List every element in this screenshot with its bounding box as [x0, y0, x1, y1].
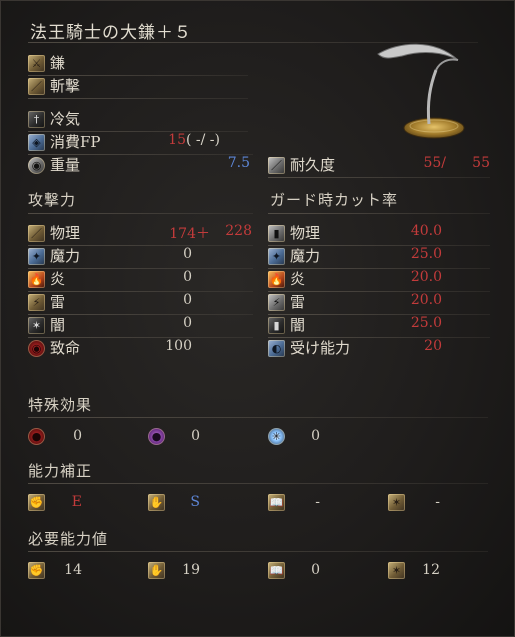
stability-icon: ◐ [268, 340, 285, 357]
fp-cost-value: 15 [168, 132, 186, 148]
attack-dark-label: 闇 [50, 316, 66, 334]
intelligence-icon: 📖 [268, 494, 285, 511]
weight-icon: ◉ [28, 157, 45, 174]
fire-guard-icon: 🔥 [268, 271, 285, 288]
weight-value: 7.5 [227, 155, 250, 171]
attack-physical-bonus: 228 [225, 223, 252, 239]
fp-cost-icon: ◈ [28, 134, 45, 151]
guard-lightning-label: 雷 [290, 293, 306, 311]
lightning-guard-icon: ⚡ [268, 294, 285, 311]
scythe-type-icon: ⚔ [28, 55, 45, 72]
dexterity-icon: ✋ [148, 562, 165, 579]
requirements-header: 必要能力値 [28, 530, 109, 548]
faith-icon: ✶ [388, 562, 405, 579]
fp-cost-label: 消費FP [50, 133, 101, 151]
guard-physical-value: 40.0 [410, 223, 442, 239]
guard-fire-value: 20.0 [410, 269, 442, 285]
fire-attack-icon: 🔥 [28, 271, 45, 288]
scaling-dexterity-value: S [190, 494, 200, 510]
scaling-faith-value: - [435, 494, 440, 510]
durability-current: 55/ [423, 155, 446, 171]
guard-magic-value: 25.0 [410, 246, 442, 262]
strength-icon: ✊ [28, 562, 45, 579]
magic-guard-icon: ✦ [268, 248, 285, 265]
faith-icon: ✶ [388, 494, 405, 511]
weapon-image [377, 43, 465, 139]
infusion-label: 冷気 [50, 110, 81, 128]
critical-icon: ◉ [28, 340, 45, 357]
weight-label: 重量 [50, 156, 81, 174]
special-effects-header: 特殊効果 [28, 396, 93, 414]
attack-fire-value: 0 [183, 269, 192, 285]
guard-header: ガード時カット率 [270, 191, 399, 209]
attack-fire-label: 炎 [50, 270, 66, 288]
attack-dark-value: 0 [183, 315, 192, 331]
slash-icon: ／ [28, 78, 45, 95]
scaling-intelligence-value: - [315, 494, 320, 510]
guard-dark-value: 25.0 [410, 315, 442, 331]
weapon-title: 法王騎士の大鎌＋５ [30, 23, 192, 43]
physical-guard-icon: ▮ [268, 225, 285, 242]
guard-lightning-value: 20.0 [410, 292, 442, 308]
intelligence-icon: 📖 [268, 562, 285, 579]
req-intelligence-value: 0 [311, 562, 320, 578]
magic-attack-icon: ✦ [28, 248, 45, 265]
guard-stability-value: 20 [424, 338, 442, 354]
special-poison-value: 0 [191, 428, 200, 444]
dexterity-icon: ✋ [148, 494, 165, 511]
strength-icon: ✊ [28, 494, 45, 511]
special-frost-value: 0 [311, 428, 320, 444]
attack-physical-value: 174＋ [169, 226, 210, 242]
attack-lightning-value: 0 [183, 292, 192, 308]
attack-magic-value: 0 [183, 246, 192, 262]
req-faith-value: 12 [422, 562, 440, 578]
guard-dark-label: 闇 [290, 316, 306, 334]
durability-max: 55 [472, 155, 490, 171]
attack-header: 攻撃力 [28, 191, 77, 209]
frost-icon: ✳ [268, 428, 285, 445]
weapon-type-label: 鎌 [50, 54, 66, 72]
attack-critical-label: 致命 [50, 339, 81, 357]
dark-guard-icon: ▮ [268, 317, 285, 334]
dark-attack-icon: ✶ [28, 317, 45, 334]
poison-icon: ● [148, 428, 165, 445]
attack-physical-label: 物理 [50, 224, 81, 242]
attack-lightning-label: 雷 [50, 293, 66, 311]
scaling-strength-value: E [71, 494, 82, 510]
durability-label: 耐久度 [290, 156, 336, 174]
lightning-attack-icon: ⚡ [28, 294, 45, 311]
guard-physical-label: 物理 [290, 224, 321, 242]
durability-icon: ／ [268, 157, 285, 174]
attack-magic-label: 魔力 [50, 247, 81, 265]
infusion-icon: † [28, 111, 45, 128]
req-dexterity-value: 19 [182, 562, 200, 578]
physical-attack-icon: ／ [28, 225, 45, 242]
guard-fire-label: 炎 [290, 270, 306, 288]
guard-magic-label: 魔力 [290, 247, 321, 265]
scaling-header: 能力補正 [28, 462, 93, 480]
req-strength-value: 14 [64, 562, 82, 578]
attack-critical-value: 100 [165, 338, 192, 354]
guard-stability-label: 受け能力 [290, 339, 351, 357]
special-bleed-value: 0 [73, 428, 82, 444]
bleed-icon: ● [28, 428, 45, 445]
attack-type-label: 斬撃 [50, 77, 81, 95]
fp-cost-extra: ( -/ -) [186, 132, 221, 148]
